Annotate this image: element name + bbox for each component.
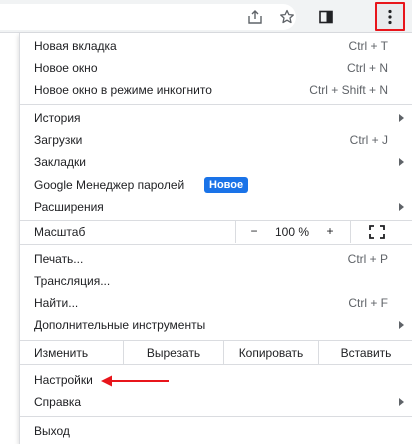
star-icon[interactable] [275, 5, 299, 29]
submenu-arrow-icon [399, 321, 404, 329]
menu-item-shortcut: Ctrl + N [346, 61, 388, 75]
kebab-menu-icon[interactable] [375, 2, 405, 31]
menu-item-label: Дополнительные инструменты [34, 318, 206, 332]
menu-item-password-manager[interactable]: Google Менеджер паролей Новое [20, 174, 412, 196]
submenu-arrow-icon [399, 114, 404, 122]
menu-item-help[interactable]: Справка [20, 391, 412, 413]
submenu-arrow-icon [399, 398, 404, 406]
fullscreen-icon[interactable] [369, 225, 385, 239]
submenu-arrow-icon [399, 203, 404, 211]
annotation-arrow-icon [101, 375, 169, 387]
menu-item-label: Новая вкладка [34, 39, 117, 53]
menu-item-label: Трансляция... [34, 274, 111, 288]
menu-item-settings[interactable]: Настройки [20, 369, 412, 391]
menu-item-more-tools[interactable]: Дополнительные инструменты [20, 314, 412, 336]
new-badge: Новое [204, 177, 249, 193]
zoom-in-button[interactable]: + [322, 224, 338, 238]
cut-button[interactable]: Вырезать [123, 341, 223, 364]
menu-item-label: Найти... [34, 296, 79, 310]
menu-item-downloads[interactable]: Загрузки Ctrl + J [20, 129, 412, 151]
menu-item-label: Настройки [34, 373, 93, 387]
menu-separator [20, 364, 412, 365]
side-panel-icon[interactable] [314, 5, 338, 29]
menu-item-history[interactable]: История [20, 107, 412, 129]
menu-separator [20, 416, 412, 417]
edit-row: Изменить Вырезать Копировать Вставить [20, 341, 412, 364]
menu-item-label: История [34, 111, 81, 125]
menu-item-label: Закладки [34, 155, 86, 169]
copy-button[interactable]: Копировать [223, 341, 318, 364]
menu-separator [20, 244, 412, 245]
menu-item-cast[interactable]: Трансляция... [20, 270, 412, 292]
menu-item-new-tab[interactable]: Новая вкладка Ctrl + T [20, 35, 412, 57]
paste-button[interactable]: Вставить [318, 341, 412, 364]
menu-item-print[interactable]: Печать... Ctrl + P [20, 248, 412, 270]
menu-separator [20, 104, 412, 105]
menu-item-exit[interactable]: Выход [20, 420, 412, 442]
share-icon[interactable] [243, 5, 267, 29]
menu-item-bookmarks[interactable]: Закладки [20, 151, 412, 173]
zoom-row: Масштаб − 100 % + [20, 221, 412, 243]
menu-item-find[interactable]: Найти... Ctrl + F [20, 292, 412, 314]
submenu-arrow-icon [399, 158, 404, 166]
menu-item-label: Google Менеджер паролей [34, 178, 185, 192]
chrome-main-menu: Новая вкладка Ctrl + T Новое окно Ctrl +… [19, 33, 412, 444]
menu-item-extensions[interactable]: Расширения [20, 196, 412, 218]
menu-item-shortcut: Ctrl + J [349, 133, 388, 147]
zoom-value: 100 % [274, 225, 310, 239]
menu-item-shortcut: Ctrl + P [347, 252, 388, 266]
menu-item-shortcut: Ctrl + Shift + N [309, 83, 388, 97]
zoom-controls: − 100 % + [235, 221, 351, 243]
menu-item-label: Расширения [34, 200, 104, 214]
menu-item-label: Справка [34, 395, 82, 409]
menu-item-label: Новое окно [34, 61, 98, 75]
menu-item-shortcut: Ctrl + F [348, 296, 388, 310]
menu-item-label: Новое окно в режиме инкогнито [34, 83, 212, 97]
menu-item-incognito[interactable]: Новое окно в режиме инкогнито Ctrl + Shi… [20, 79, 412, 101]
menu-item-new-window[interactable]: Новое окно Ctrl + N [20, 57, 412, 79]
zoom-label: Масштаб [34, 225, 86, 239]
edit-label: Изменить [34, 346, 89, 360]
menu-item-label: Загрузки [34, 133, 83, 147]
browser-toolbar [0, 0, 412, 33]
zoom-out-button[interactable]: − [246, 224, 262, 238]
menu-item-label: Выход [34, 424, 70, 438]
menu-item-label: Печать... [34, 252, 84, 266]
menu-item-shortcut: Ctrl + T [348, 39, 388, 53]
